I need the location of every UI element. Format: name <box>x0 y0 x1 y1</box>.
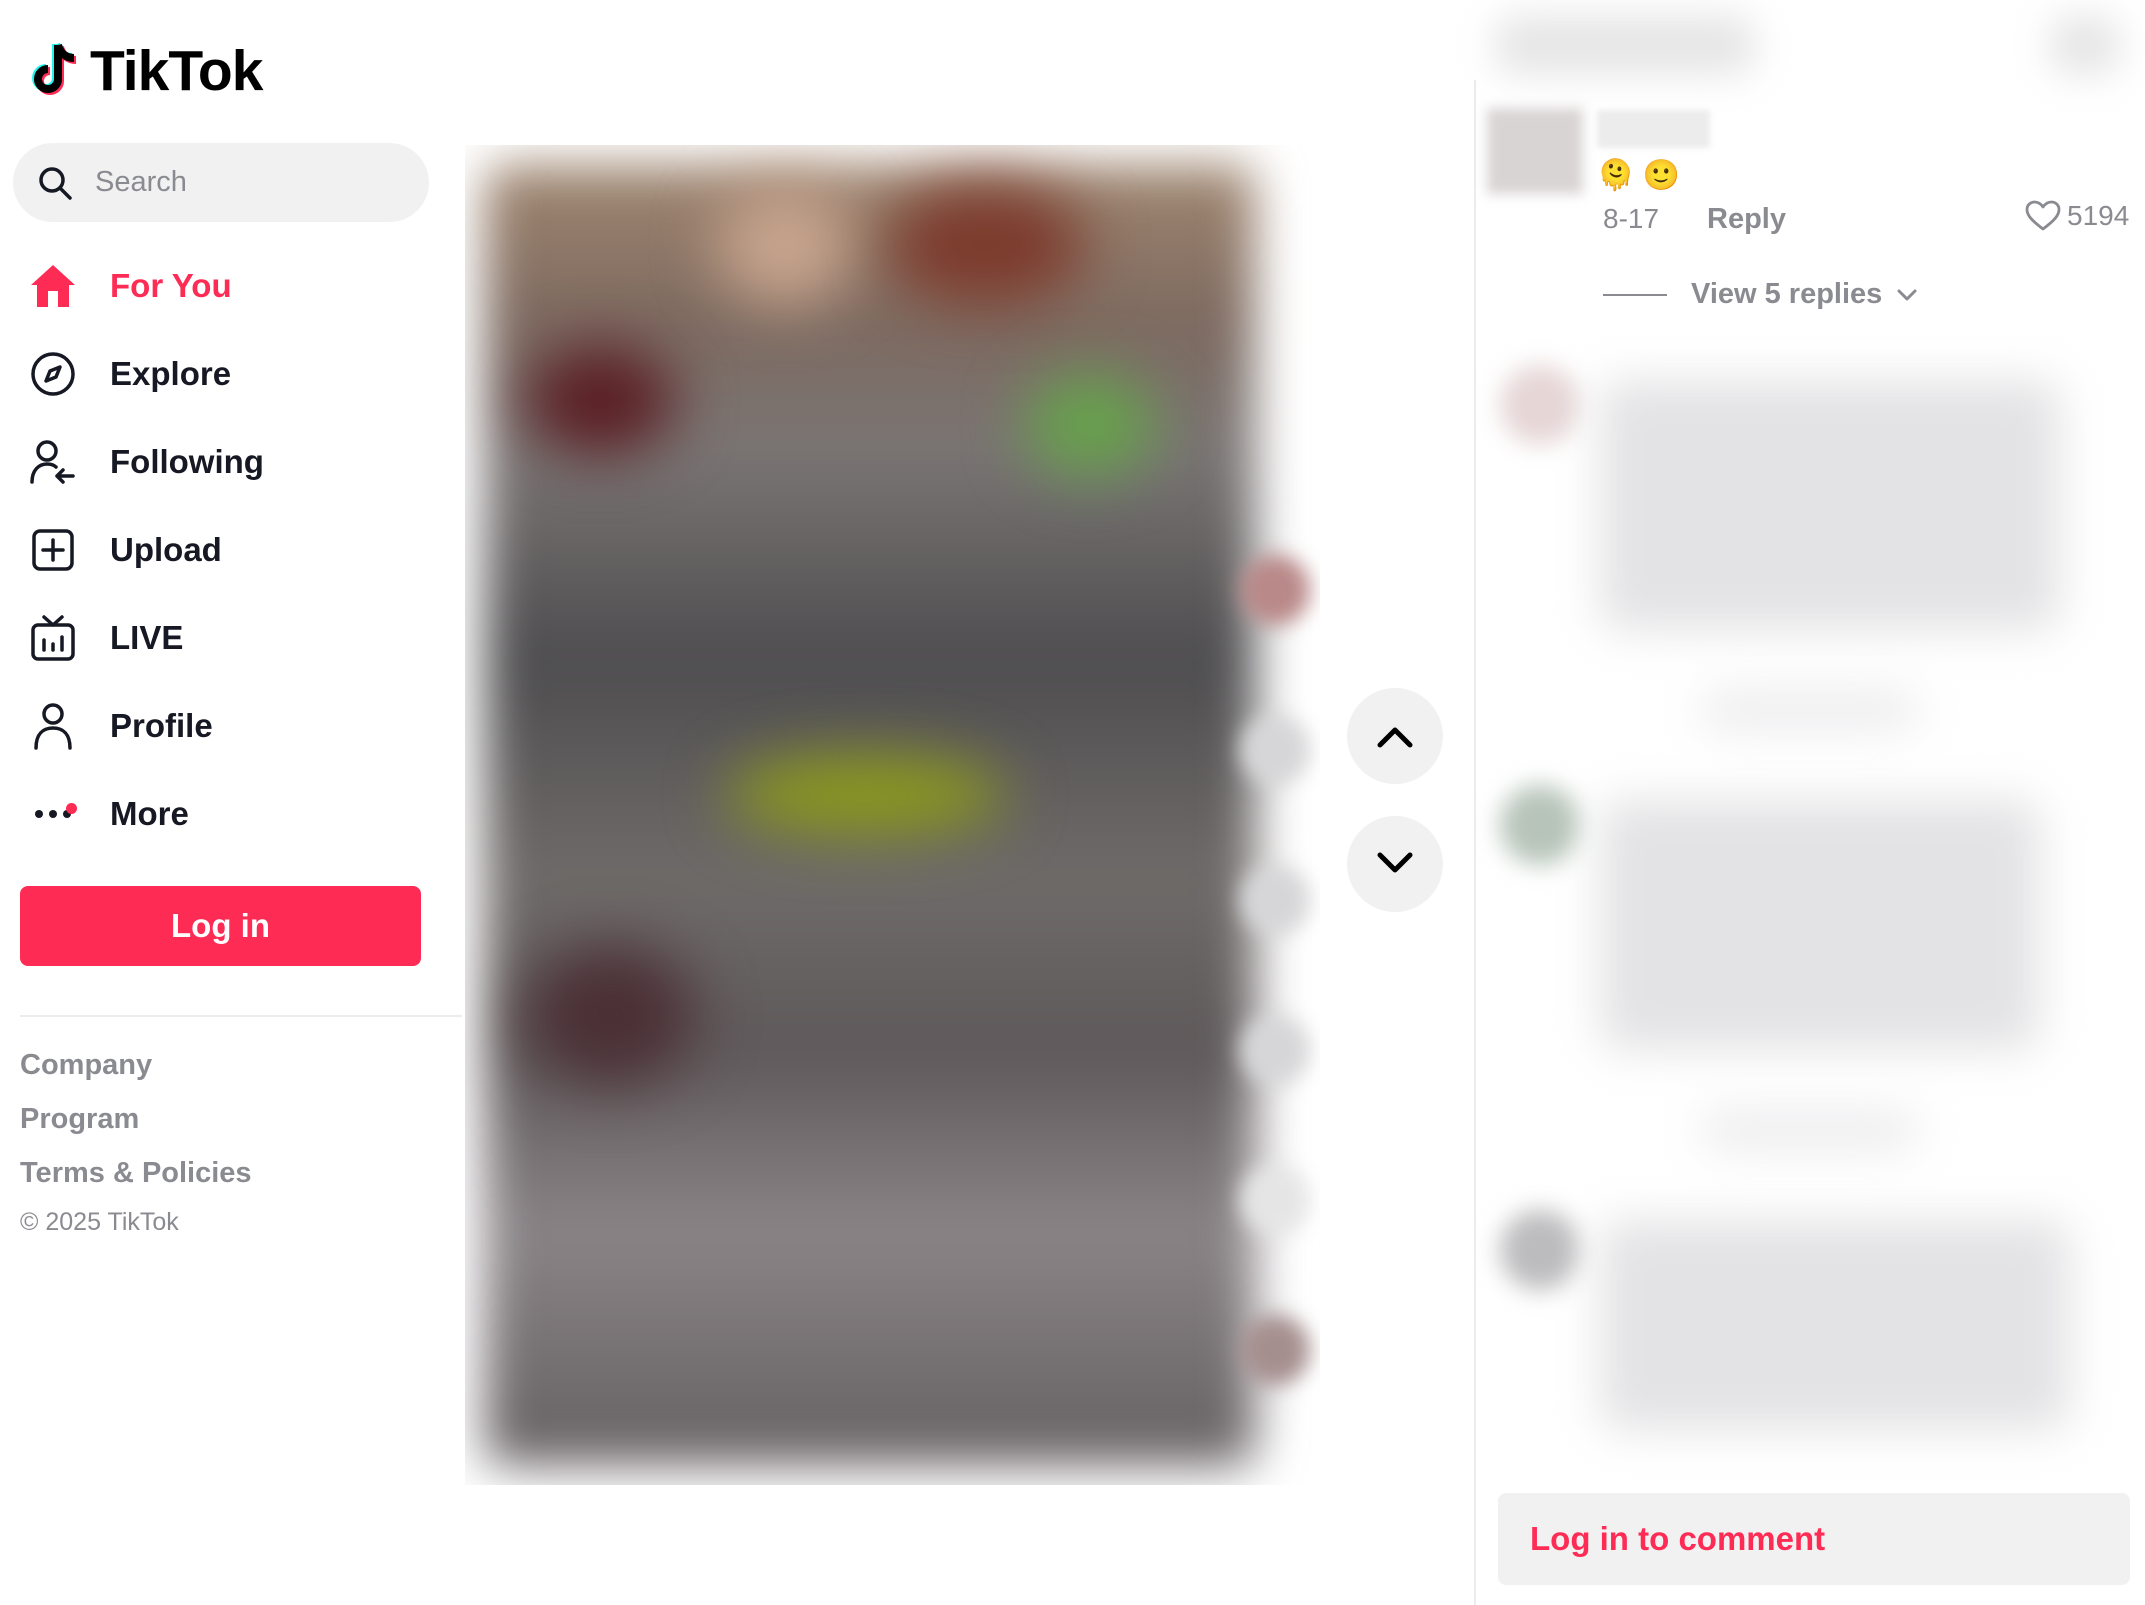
nav-explore[interactable]: Explore <box>28 339 231 409</box>
video-blur-blob <box>525 945 695 1085</box>
panel-header-action-blurred <box>2050 15 2120 75</box>
search-icon <box>39 166 72 200</box>
video-blur-blob <box>725 755 1005 835</box>
comment-avatar[interactable] <box>1487 108 1583 194</box>
replies-divider-line <box>1603 293 1667 296</box>
profile-icon <box>28 701 78 751</box>
chevron-down-icon <box>1377 852 1413 873</box>
nav-more[interactable]: More <box>28 779 189 849</box>
comments-panel-divider <box>1474 80 1476 1605</box>
comment-meta-blurred <box>1700 690 1920 730</box>
save-action-blurred[interactable] <box>1240 1015 1310 1085</box>
more-dots-icon <box>28 789 78 839</box>
comment-like-button[interactable]: 5194 <box>2025 200 2129 232</box>
nav-label: Explore <box>110 355 232 392</box>
nav-upload[interactable]: Upload <box>28 515 222 585</box>
view-replies-label: View 5 replies <box>1691 278 1883 310</box>
nav-label: For You <box>110 267 232 304</box>
tiktok-logo[interactable]: TikTok <box>28 34 263 108</box>
copyright-text: © 2025 TikTok <box>20 1208 179 1236</box>
comment-username-blurred[interactable] <box>1597 110 1710 148</box>
sidebar-divider <box>20 1015 462 1017</box>
home-icon <box>28 261 78 311</box>
nav-label: Profile <box>110 707 213 744</box>
nav-for-you[interactable]: For You <box>28 251 232 321</box>
reply-button[interactable]: Reply <box>1707 203 1786 236</box>
video-blur-blob <box>1025 375 1155 475</box>
footer-link-terms[interactable]: Terms & Policies <box>20 1157 252 1190</box>
nav-label: More <box>110 795 189 832</box>
nav-following[interactable]: Following <box>28 427 264 497</box>
comment-text: 🫠 🙂 <box>1597 159 1681 192</box>
login-to-comment-button[interactable]: Log in to comment <box>1498 1493 2130 1585</box>
next-video-button[interactable] <box>1347 816 1443 912</box>
comment-avatar-blurred[interactable] <box>1500 1210 1580 1290</box>
following-icon <box>28 437 78 487</box>
upload-icon <box>28 525 78 575</box>
nav-profile[interactable]: Profile <box>28 691 213 761</box>
comment-body-blurred <box>1600 1220 2070 1430</box>
login-to-comment-label: Log in to comment <box>1530 1520 1826 1557</box>
nav-live[interactable]: LIVE <box>28 603 183 673</box>
chevron-down-icon <box>1897 289 1917 300</box>
search-input[interactable] <box>93 165 427 200</box>
footer-link-program[interactable]: Program <box>20 1103 139 1136</box>
comment-meta-blurred <box>1700 1110 1920 1150</box>
video-player[interactable] <box>465 145 1320 1485</box>
comment-action-blurred[interactable] <box>1240 865 1310 935</box>
search-bar[interactable] <box>13 143 429 222</box>
tiktok-note-icon <box>32 42 77 95</box>
video-blur-blob <box>525 345 675 455</box>
nav-label: LIVE <box>110 619 184 656</box>
panel-header-blurred <box>1495 15 1755 75</box>
logo-wordmark: TikTok <box>90 39 263 103</box>
like-count: 5194 <box>2067 200 2130 231</box>
like-action-blurred[interactable] <box>1240 715 1310 785</box>
comment-avatar-blurred[interactable] <box>1500 785 1580 865</box>
nav-label: Following <box>110 443 264 480</box>
comment-date: 8-17 <box>1603 203 1660 234</box>
video-blur-blob <box>885 185 1085 305</box>
heart-icon <box>2025 200 2061 231</box>
notification-dot <box>66 803 77 814</box>
live-tv-icon <box>28 613 78 663</box>
comment-body-blurred <box>1600 800 2040 1050</box>
share-action-blurred[interactable] <box>1240 1165 1310 1235</box>
login-button[interactable]: Log in <box>20 886 421 966</box>
footer-link-company[interactable]: Company <box>20 1049 152 1082</box>
music-disc-blurred[interactable] <box>1240 1315 1310 1385</box>
video-blur-blob <box>715 185 855 305</box>
compass-icon <box>28 349 78 399</box>
creator-avatar-blurred[interactable] <box>1240 555 1310 625</box>
previous-video-button[interactable] <box>1347 688 1443 784</box>
view-replies-button[interactable]: View 5 replies <box>1603 278 1918 311</box>
comment-avatar-blurred[interactable] <box>1500 365 1580 445</box>
comment-body-blurred <box>1600 380 2060 630</box>
nav-label: Upload <box>110 531 222 568</box>
chevron-up-icon <box>1377 727 1413 748</box>
